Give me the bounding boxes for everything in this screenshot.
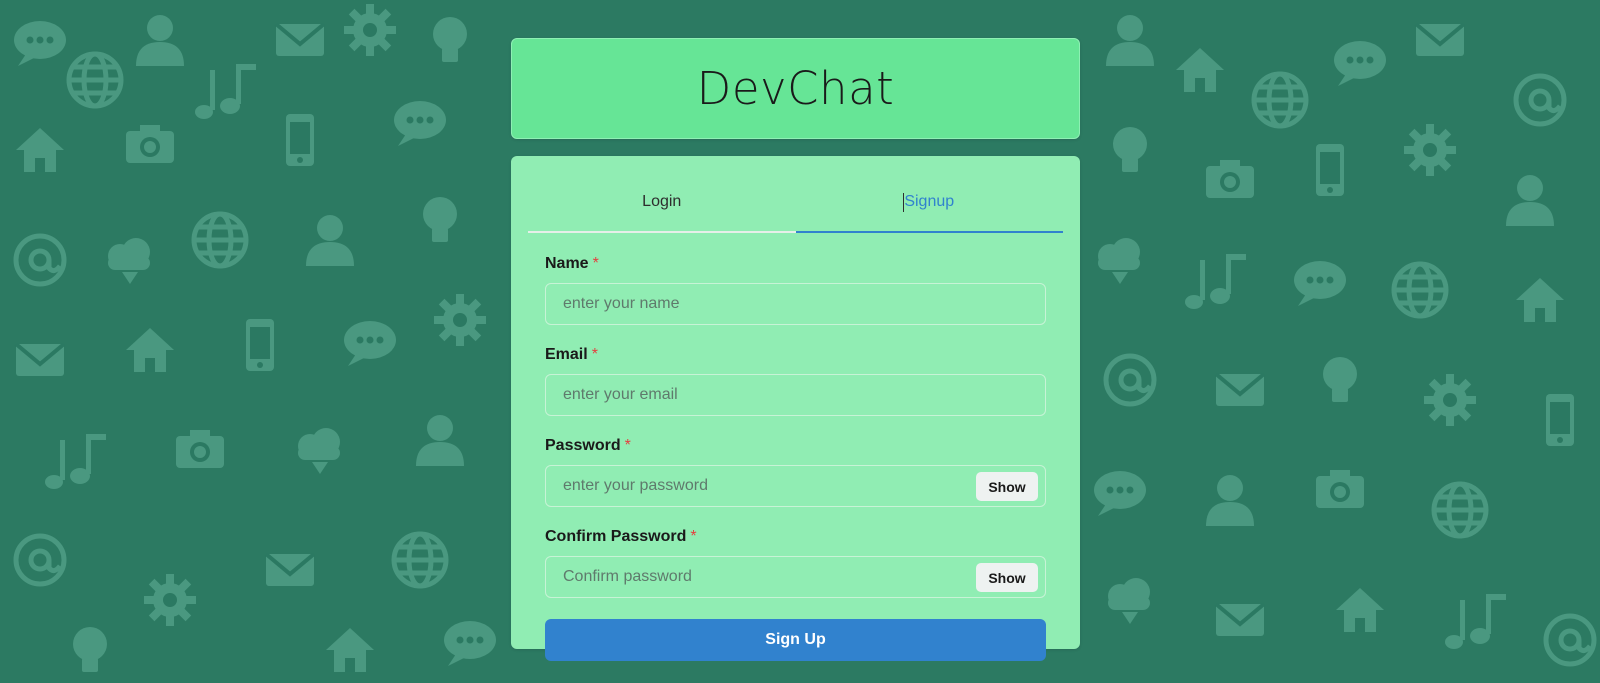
app-header-card: DevChat <box>511 38 1080 139</box>
auth-form-card: Login Signup Name* Email* <box>511 156 1080 661</box>
password-label: Password * <box>545 437 1046 455</box>
confirm-password-label: Confirm Password * <box>545 528 1046 546</box>
tab-signup-label: Signup <box>904 192 955 210</box>
email-input-wrapper <box>545 374 1046 416</box>
text-cursor <box>903 192 905 212</box>
required-indicator: * <box>624 437 631 454</box>
email-label-text: Email <box>545 346 588 363</box>
confirm-password-input-wrapper: Show <box>545 556 1046 598</box>
confirm-password-input[interactable] <box>546 557 1045 597</box>
password-label-text: Password <box>545 437 621 454</box>
name-label: Name * <box>545 255 1046 273</box>
required-indicator: * <box>591 346 598 363</box>
name-input-wrapper <box>545 283 1046 325</box>
required-indicator: * <box>592 255 599 272</box>
email-input[interactable] <box>546 375 1045 415</box>
confirm-password-field-group: Confirm Password * Show <box>545 528 1046 598</box>
tab-login[interactable]: Login <box>528 172 796 233</box>
name-label-text: Name <box>545 255 589 272</box>
email-field-group: Email * <box>545 346 1046 416</box>
password-input[interactable] <box>546 466 1045 506</box>
tab-login-label: Login <box>642 192 682 210</box>
password-input-wrapper: Show <box>545 465 1046 507</box>
name-input[interactable] <box>546 284 1045 324</box>
tab-signup[interactable]: Signup <box>795 172 1063 233</box>
sign-up-button[interactable]: Sign Up <box>545 619 1046 661</box>
required-indicator: * <box>690 528 697 545</box>
show-confirm-password-button[interactable]: Show <box>976 563 1038 592</box>
confirm-password-label-text: Confirm Password <box>545 528 687 545</box>
auth-tabs: Login Signup <box>528 172 1063 233</box>
password-field-group: Password * Show <box>545 437 1046 507</box>
app-title: DevChat <box>696 62 895 115</box>
show-password-button[interactable]: Show <box>976 472 1038 501</box>
name-field-group: Name * <box>545 255 1046 325</box>
email-label: Email * <box>545 346 1046 364</box>
signup-fields: Name* Email* Password* Show <box>528 255 1063 661</box>
